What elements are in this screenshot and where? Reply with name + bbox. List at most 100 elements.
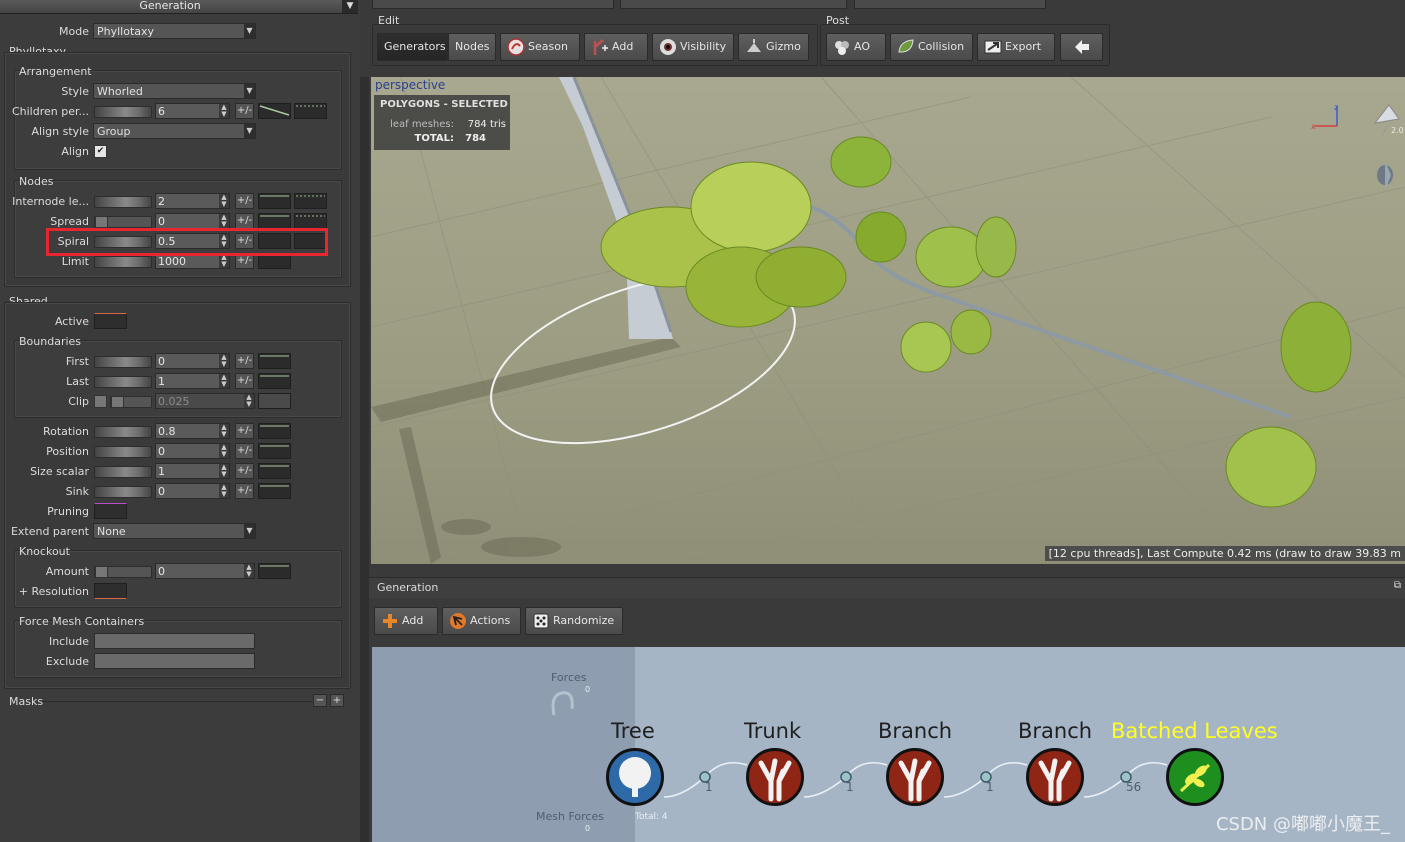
spin-arrows-icon[interactable]: ▲ ▼ [219, 484, 229, 498]
panel-header[interactable]: Generation ▼ [0, 0, 358, 14]
position-plusminus-button[interactable]: +/- [235, 443, 254, 459]
actions-button[interactable]: Actions [442, 607, 521, 635]
collision-button[interactable]: Collision [890, 33, 973, 61]
align-style-select[interactable]: Group ▼ [93, 123, 256, 139]
fan-icon[interactable] [1367, 157, 1405, 197]
size-scalar-input[interactable]: 1 ▲ ▼ [155, 463, 230, 479]
clip-slider[interactable] [110, 396, 152, 408]
axis-gizmo-icon[interactable]: z x [1309, 102, 1339, 132]
children-curve[interactable] [258, 103, 291, 119]
first-slider[interactable] [94, 356, 152, 368]
children-slider[interactable] [94, 106, 152, 118]
amount-input[interactable]: 0 ▲ ▼ [155, 563, 255, 579]
size-scalar-slider[interactable] [94, 466, 152, 478]
clip-checkbox[interactable] [94, 395, 107, 408]
sink-plusminus-button[interactable]: +/- [235, 483, 254, 499]
spread-slider[interactable] [94, 216, 152, 228]
rotation-slider[interactable] [94, 426, 152, 438]
spread-curve[interactable] [258, 213, 291, 229]
mode-select[interactable]: Phyllotaxy ▼ [93, 23, 256, 39]
children-input[interactable]: 6 ▲ ▼ [155, 103, 230, 119]
spread-curve-2[interactable] [294, 213, 327, 229]
sink-slider[interactable] [94, 486, 152, 498]
clip-curve[interactable] [258, 393, 291, 409]
spin-arrows-icon[interactable]: ▲ ▼ [219, 254, 229, 268]
graph-add-button[interactable]: Add [374, 607, 438, 635]
rotation-curve[interactable] [258, 423, 291, 439]
first-curve[interactable] [258, 353, 291, 369]
active-swatch[interactable] [94, 313, 127, 329]
gizmo-button[interactable]: Gizmo [738, 33, 809, 61]
add-button[interactable]: Add [584, 33, 648, 61]
branch-node-2[interactable] [1026, 748, 1084, 806]
spin-arrows-icon[interactable]: ▲ ▼ [219, 354, 229, 368]
children-plusminus-button[interactable]: +/- [235, 103, 254, 119]
rotation-input[interactable]: 0.8 ▲ ▼ [155, 423, 230, 439]
children-value: 6 [158, 105, 165, 118]
style-select[interactable]: Whorled ▼ [93, 83, 256, 99]
3d-viewport[interactable]: perspective POLYGONS - SELECTED leaf mes… [371, 77, 1405, 564]
position-slider[interactable] [94, 446, 152, 458]
resolution-swatch[interactable] [94, 583, 127, 599]
batched-leaves-node[interactable] [1166, 748, 1224, 806]
ao-button[interactable]: AO [826, 33, 886, 61]
first-input[interactable]: 0 ▲ ▼ [155, 353, 230, 369]
visibility-button[interactable]: Visibility [652, 33, 734, 61]
resolution-label[interactable]: + Resolution [19, 585, 89, 598]
size-scalar-curve[interactable] [258, 463, 291, 479]
amount-curve[interactable] [258, 563, 291, 579]
amount-slider[interactable] [94, 566, 152, 578]
clip-input[interactable]: 0.025 ▲ ▼ [155, 393, 255, 409]
last-plusminus-button[interactable]: +/- [235, 373, 254, 389]
maximize-icon[interactable]: ⧉ [1394, 580, 1401, 591]
spin-arrows-icon[interactable]: ▲ ▼ [219, 194, 229, 208]
nodes-button[interactable]: Nodes [448, 33, 496, 61]
spin-arrows-icon[interactable]: ▲ ▼ [219, 444, 229, 458]
last-input[interactable]: 1 ▲ ▼ [155, 373, 230, 389]
trunk-node[interactable] [746, 748, 804, 806]
spread-input[interactable]: 0 ▲ ▼ [155, 213, 230, 229]
sink-input[interactable]: 0 ▲ ▼ [155, 483, 230, 499]
season-button[interactable]: Season [500, 33, 580, 61]
internode-curve-2[interactable] [294, 193, 327, 209]
panel-splitter[interactable] [360, 0, 369, 842]
spin-arrows-icon[interactable]: ▲ ▼ [219, 374, 229, 388]
spin-arrows-icon[interactable]: ▲ ▼ [219, 104, 229, 118]
internode-slider[interactable] [94, 196, 152, 208]
masks-plus-button[interactable]: + [330, 694, 344, 707]
last-slider[interactable] [94, 376, 152, 388]
internode-curve[interactable] [258, 193, 291, 209]
include-field[interactable] [94, 633, 255, 649]
rotation-plusminus-button[interactable]: +/- [235, 423, 254, 439]
back-button[interactable] [1060, 33, 1103, 61]
align-checkbox[interactable]: ✔ [94, 145, 107, 158]
masks-minus-button[interactable]: − [313, 694, 327, 707]
randomize-button[interactable]: Randomize [525, 607, 623, 635]
export-button[interactable]: Export [977, 33, 1055, 61]
node-graph[interactable]: Forces 0 Mesh Forces 0 Total: 4 1 1 1 56… [372, 647, 1405, 842]
spin-arrows-icon[interactable]: ▲ ▼ [219, 214, 229, 228]
internode-plusminus-button[interactable]: +/- [235, 193, 254, 209]
tree-node[interactable] [606, 748, 664, 806]
branch-node-1[interactable] [886, 748, 944, 806]
last-curve[interactable] [258, 373, 291, 389]
spread-plusminus-button[interactable]: +/- [235, 213, 254, 229]
pruning-swatch[interactable] [94, 503, 127, 519]
nodes-title: Nodes [19, 175, 54, 188]
spin-arrows-icon[interactable]: ▲ ▼ [219, 464, 229, 478]
size-scalar-plusminus-button[interactable]: +/- [235, 463, 254, 479]
spin-arrows-icon[interactable]: ▲ ▼ [244, 564, 254, 578]
position-input[interactable]: 0 ▲ ▼ [155, 443, 230, 459]
internode-input[interactable]: 2 ▲ ▼ [155, 193, 230, 209]
chevron-down-icon[interactable]: ▼ [342, 0, 358, 13]
spin-arrows-icon[interactable]: ▲ ▼ [219, 424, 229, 438]
exclude-field[interactable] [94, 653, 255, 669]
children-curve-2[interactable] [294, 103, 327, 119]
position-curve[interactable] [258, 443, 291, 459]
limit-slider[interactable] [94, 256, 152, 268]
spin-arrows-icon[interactable]: ▲ ▼ [244, 394, 254, 408]
extend-parent-select[interactable]: None ▼ [93, 523, 256, 539]
generators-button[interactable]: Generators [377, 33, 448, 61]
sink-curve[interactable] [258, 483, 291, 499]
first-plusminus-button[interactable]: +/- [235, 353, 254, 369]
